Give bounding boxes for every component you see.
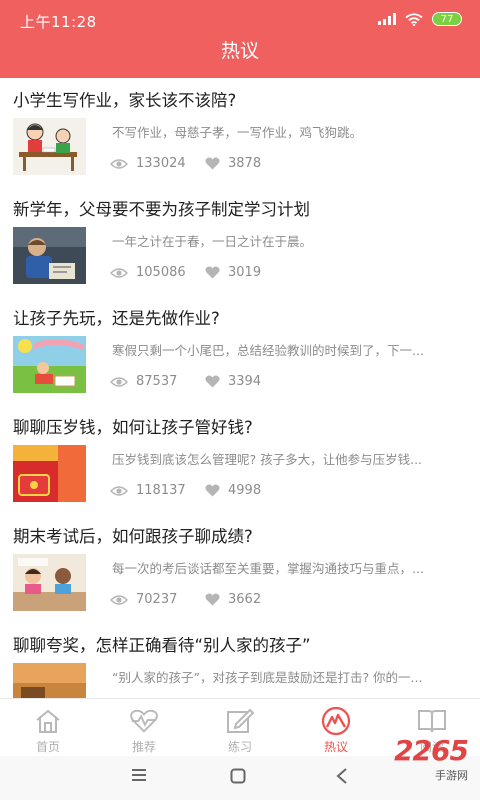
signal-icon: [378, 13, 396, 25]
article-title: 让孩子先玩，还是先做作业?: [13, 309, 220, 328]
article-stats: 105086 3019: [110, 265, 261, 280]
edit-icon: [227, 708, 254, 733]
like-count-value: 4998: [228, 483, 262, 498]
view-count-value: 118137: [136, 483, 186, 498]
heart-icon: [205, 484, 220, 497]
view-count: 118137: [110, 483, 205, 498]
view-count-value: 87537: [136, 374, 178, 389]
article-summary: 寒假只剩一个小尾巴，总结经验教训的时候到了，下一...: [112, 343, 424, 358]
watermark-logo: 2265: [394, 734, 469, 767]
wifi-icon: [405, 12, 423, 26]
article-summary: 不写作业，母慈子孝，一写作业，鸡飞狗跳。: [112, 125, 363, 140]
article-list: 小学生写作业，家长该不该陪? 不写作业，母慈子孝，一写作业，鸡飞狗跳。 1330…: [0, 78, 480, 698]
article-stats: 118137 4998: [110, 483, 261, 498]
article-title: 新学年，父母要不要为孩子制定学习计划: [13, 200, 310, 219]
article-thumbnail: [13, 336, 86, 393]
like-count-value: 3878: [228, 156, 262, 171]
list-item[interactable]: 聊聊压岁钱，如何让孩子管好钱? 压岁钱到底该怎么管理呢? 孩子多大，让他参与压岁…: [0, 405, 480, 514]
article-stats: 87537 3394: [110, 374, 261, 389]
eye-icon: [110, 376, 128, 387]
status-icons: 77: [378, 12, 462, 26]
menu-icon[interactable]: [131, 768, 147, 782]
view-count: 105086: [110, 265, 205, 280]
tab-label: 推荐: [131, 740, 156, 754]
tab-label: 热议: [323, 740, 348, 754]
article-thumbnail: [13, 554, 86, 611]
article-title: 聊聊夸奖，怎样正确看待“别人家的孩子”: [13, 636, 311, 655]
article-summary: 每一次的考后谈话都至关重要，掌握沟通技巧与重点，...: [112, 561, 424, 576]
article-summary: 一年之计在于春，一日之计在于晨。: [112, 234, 313, 249]
home-button-icon[interactable]: [230, 768, 246, 784]
like-count: 4998: [205, 483, 261, 498]
hot-topic-icon: [321, 707, 351, 735]
book-icon: [418, 710, 446, 733]
view-count-value: 105086: [136, 265, 186, 280]
article-title: 小学生写作业，家长该不该陪?: [13, 91, 237, 110]
watermark-sub: 手游网: [435, 769, 468, 782]
eye-icon: [110, 267, 128, 278]
battery-icon: 77: [432, 12, 462, 26]
list-item[interactable]: 聊聊夸奖，怎样正确看待“别人家的孩子” “别人家的孩子”，对孩子到底是鼓励还是打…: [0, 623, 480, 698]
view-count-value: 133024: [136, 156, 186, 171]
status-bar: 上午11:28 77: [0, 0, 480, 40]
view-count: 70237: [110, 592, 205, 607]
view-count: 87537: [110, 374, 205, 389]
tab-label: 首页: [35, 740, 60, 754]
list-item[interactable]: 新学年，父母要不要为孩子制定学习计划 一年之计在于春，一日之计在于晨。 1050…: [0, 187, 480, 296]
list-item[interactable]: 小学生写作业，家长该不该陪? 不写作业，母慈子孝，一写作业，鸡飞狗跳。 1330…: [0, 78, 480, 187]
tab-label: 练习: [227, 740, 252, 754]
like-count: 3019: [205, 265, 261, 280]
tab-home[interactable]: 首页: [0, 699, 96, 757]
heartbeat-icon: [130, 709, 158, 733]
article-summary: 压岁钱到底该怎么管理呢? 孩子多大，让他参与压岁钱...: [112, 452, 423, 467]
page-title: 热议: [220, 40, 259, 62]
like-count-value: 3019: [228, 265, 262, 280]
heart-icon: [205, 157, 220, 170]
article-summary: “别人家的孩子”，对孩子到底是鼓励还是打击? 你的一...: [112, 670, 423, 685]
status-time: 上午11:28: [20, 13, 97, 31]
eye-icon: [110, 594, 128, 605]
like-count: 3394: [205, 374, 261, 389]
tab-practice[interactable]: 练习: [192, 699, 288, 757]
article-thumbnail: [13, 445, 86, 502]
list-item[interactable]: 期末考试后，如何跟孩子聊成绩? 每一次的考后谈话都至关重要，掌握沟通技巧与重点，…: [0, 514, 480, 623]
heart-icon: [205, 266, 220, 279]
article-thumbnail: [13, 118, 86, 175]
tab-recommend[interactable]: 推荐: [96, 699, 192, 757]
eye-icon: [110, 485, 128, 496]
like-count: 3662: [205, 592, 261, 607]
list-item[interactable]: 让孩子先玩，还是先做作业? 寒假只剩一个小尾巴，总结经验教训的时候到了，下一..…: [0, 296, 480, 405]
view-count: 133024: [110, 156, 205, 171]
like-count-value: 3394: [228, 374, 262, 389]
view-count-value: 70237: [136, 592, 178, 607]
like-count-value: 3662: [228, 592, 262, 607]
tab-hot-topics[interactable]: 热议: [288, 699, 384, 757]
article-thumbnail: [13, 663, 86, 698]
article-stats: 133024 3878: [110, 156, 261, 171]
heart-icon: [205, 593, 220, 606]
back-icon[interactable]: [336, 768, 348, 784]
article-title: 期末考试后，如何跟孩子聊成绩?: [13, 527, 253, 546]
heart-icon: [205, 375, 220, 388]
app-header: 上午11:28 77 热议: [0, 0, 480, 78]
article-title: 聊聊压岁钱，如何让孩子管好钱?: [13, 418, 253, 437]
like-count: 3878: [205, 156, 261, 171]
eye-icon: [110, 158, 128, 169]
article-thumbnail: [13, 227, 86, 284]
home-icon: [36, 709, 60, 733]
article-stats: 70237 3662: [110, 592, 261, 607]
